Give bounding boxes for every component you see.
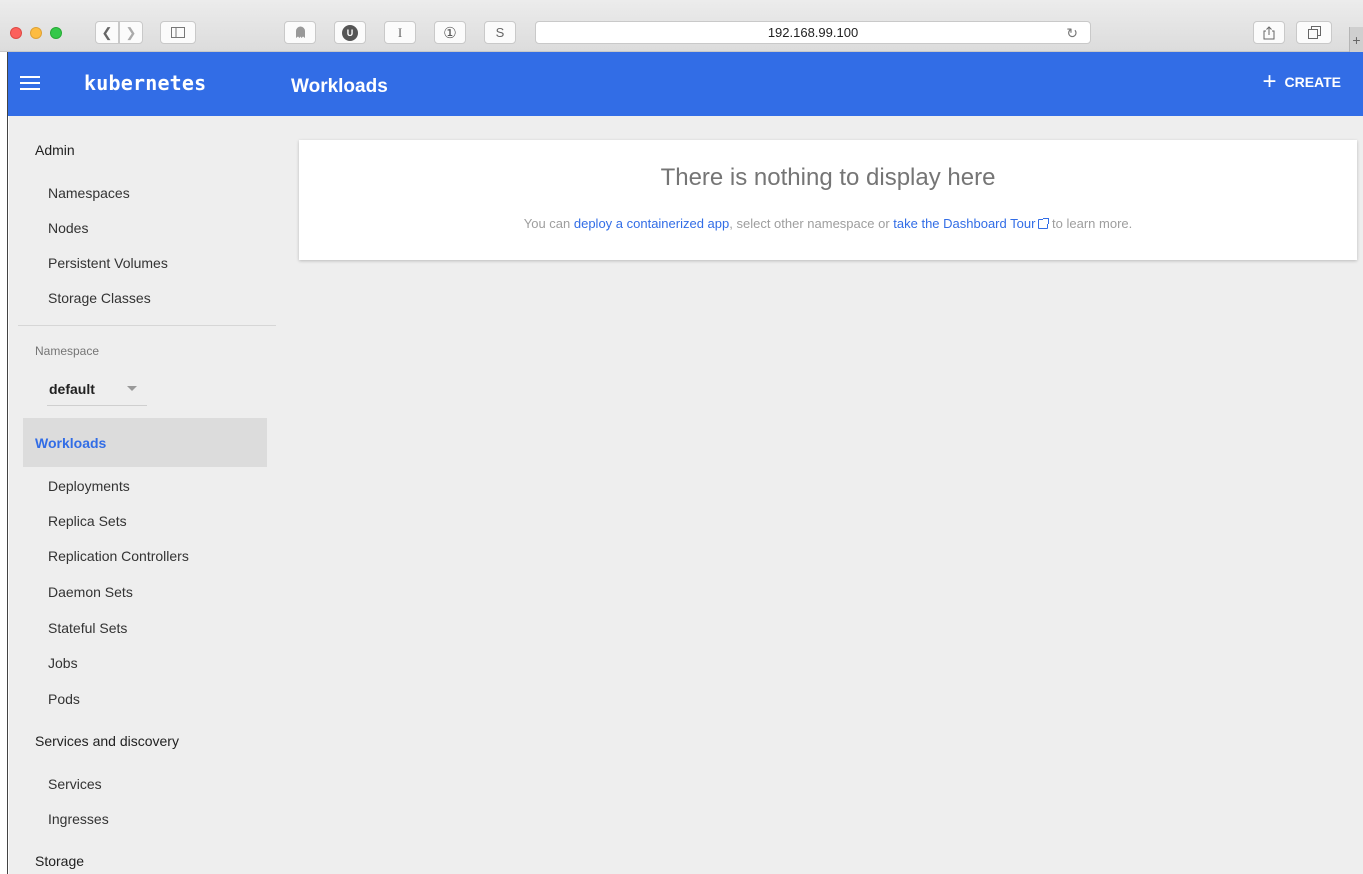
nav-item-deployments[interactable]: Deployments: [48, 478, 130, 494]
browser-toolbar: ❮ ❯ U I ① S 192.168.99.100 ↻ +: [0, 0, 1363, 52]
nav-item-pods[interactable]: Pods: [48, 691, 80, 707]
reload-icon[interactable]: ↻: [1066, 25, 1078, 42]
create-label: CREATE: [1284, 74, 1341, 90]
hamburger-menu-icon[interactable]: [20, 73, 40, 93]
address-bar[interactable]: 192.168.99.100 ↻: [535, 21, 1091, 44]
nav-item-services[interactable]: Services: [48, 776, 102, 792]
nav-item-workloads-label: Workloads: [35, 435, 107, 451]
share-button[interactable]: [1253, 21, 1285, 44]
empty-state-text: You can deploy a containerized app, sele…: [299, 216, 1357, 231]
chevron-right-icon: ❯: [125, 24, 137, 40]
nav-item-persistent-volumes[interactable]: Persistent Volumes: [48, 255, 168, 271]
onepassword-icon: ①: [443, 24, 457, 42]
external-link-icon: [1038, 218, 1050, 229]
chevron-left-icon: ❮: [101, 24, 113, 40]
ghost-icon: [295, 26, 305, 38]
close-window-button[interactable]: [10, 27, 22, 39]
onepassword-extension-button[interactable]: ①: [434, 21, 466, 44]
sidebar-icon: [171, 27, 185, 38]
ublock-icon: U: [342, 24, 358, 41]
instapaper-icon: I: [397, 24, 403, 40]
namespace-label: Namespace: [35, 344, 100, 358]
nav-item-daemon-sets[interactable]: Daemon Sets: [48, 584, 133, 600]
plus-icon: +: [1262, 68, 1277, 95]
dashboard-tour-link[interactable]: take the Dashboard Tour: [893, 216, 1035, 231]
nav-item-replica-sets[interactable]: Replica Sets: [48, 513, 127, 529]
caret-down-icon: [127, 386, 137, 391]
nav-item-replication-controllers[interactable]: Replication Controllers: [48, 548, 189, 564]
nav-section-services-and-discovery[interactable]: Services and discovery: [35, 733, 179, 749]
window-edge: [0, 52, 8, 874]
ghostery-extension-button[interactable]: [284, 21, 316, 44]
empty-state-suffix: to learn more.: [1048, 216, 1133, 231]
sidebar-divider: [18, 325, 276, 326]
nav-section-storage[interactable]: Storage: [35, 853, 84, 869]
fullscreen-window-button[interactable]: [50, 27, 62, 39]
nav-section-admin[interactable]: Admin: [35, 142, 75, 158]
ublock-extension-button[interactable]: U: [334, 21, 366, 44]
nav-item-ingresses[interactable]: Ingresses: [48, 811, 109, 827]
forward-button[interactable]: ❯: [119, 21, 143, 44]
empty-state-prefix: You can: [523, 216, 574, 231]
url-text: 192.168.99.100: [767, 25, 859, 40]
main-content: There is nothing to display here You can…: [278, 116, 1363, 874]
nav-item-namespaces[interactable]: Namespaces: [48, 185, 130, 201]
create-button[interactable]: + CREATE: [1262, 68, 1341, 95]
empty-state-title: There is nothing to display here: [660, 164, 996, 191]
deploy-app-link[interactable]: deploy a containerized app: [574, 216, 729, 231]
instapaper-extension-button[interactable]: I: [384, 21, 416, 44]
nav-item-nodes[interactable]: Nodes: [48, 220, 88, 236]
nav-item-jobs[interactable]: Jobs: [48, 655, 78, 671]
app-header: kubernetes Workloads + CREATE: [8, 52, 1363, 116]
share-icon: [1263, 25, 1275, 39]
sidebar: Admin Namespaces Nodes Persistent Volume…: [9, 116, 278, 874]
back-button[interactable]: ❮: [95, 21, 119, 44]
nav-item-workloads[interactable]: Workloads: [23, 418, 267, 467]
namespace-value: default: [49, 381, 95, 397]
brand-logo[interactable]: kubernetes: [84, 71, 206, 95]
tab-overview-button[interactable]: [1296, 21, 1332, 44]
nav-item-storage-classes[interactable]: Storage Classes: [48, 290, 151, 306]
minimize-window-button[interactable]: [30, 27, 42, 39]
nav-item-stateful-sets[interactable]: Stateful Sets: [48, 620, 127, 636]
tabs-icon: [1307, 26, 1321, 39]
empty-state-middle: , select other namespace or: [729, 216, 894, 231]
plus-icon: +: [1352, 31, 1361, 48]
s-extension-button[interactable]: S: [484, 21, 516, 44]
page-title: Workloads: [291, 76, 388, 97]
sidebar-toggle-button[interactable]: [160, 21, 196, 44]
namespace-select[interactable]: default: [47, 374, 147, 406]
s-icon: S: [495, 25, 505, 40]
new-tab-button[interactable]: +: [1349, 27, 1363, 52]
empty-state-card: There is nothing to display here You can…: [299, 140, 1357, 260]
